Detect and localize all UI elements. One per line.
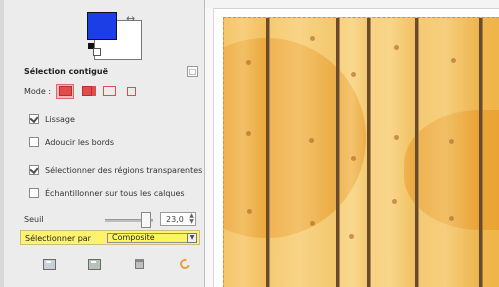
antialiasing-label: Lissage bbox=[45, 114, 75, 124]
wood-knot bbox=[246, 131, 251, 136]
foreground-color-swatch[interactable] bbox=[87, 12, 117, 40]
save-tool-preset-button[interactable] bbox=[42, 258, 56, 270]
wood-plank bbox=[370, 18, 415, 287]
intersect-selection-icon bbox=[126, 86, 136, 96]
wood-plank bbox=[418, 18, 479, 287]
antialiasing-option[interactable]: Lissage bbox=[29, 112, 75, 126]
selection-mode-row: Mode : bbox=[24, 83, 144, 99]
wood-knot bbox=[351, 72, 356, 77]
wood-plank bbox=[269, 18, 336, 287]
replace-selection-icon bbox=[58, 86, 72, 96]
reset-icon bbox=[178, 257, 192, 271]
sample-merged-checkbox[interactable] bbox=[29, 188, 39, 198]
select-transparent-areas-label: Sélectionner des régions transparentes bbox=[45, 165, 203, 175]
dropdown-arrow-icon[interactable]: ▼ bbox=[187, 233, 197, 243]
threshold-label: Seuil bbox=[24, 215, 44, 224]
top-ruler bbox=[205, 0, 499, 9]
delete-tool-preset-button[interactable] bbox=[132, 258, 146, 270]
wood-plank bbox=[339, 18, 367, 287]
selection-mode-label: Mode : bbox=[24, 86, 52, 96]
select-transparent-areas-option[interactable]: Sélectionner des régions transparentes bbox=[29, 163, 202, 177]
wood-knot bbox=[246, 60, 251, 65]
select-transparent-areas-checkbox[interactable] bbox=[29, 165, 39, 175]
swap-colors-icon[interactable]: ↔ bbox=[126, 12, 140, 26]
color-selector[interactable]: ↔ bbox=[64, 8, 146, 60]
wood-knot bbox=[392, 199, 397, 204]
threshold-slider-handle[interactable] bbox=[141, 212, 151, 228]
feather-edges-checkbox[interactable] bbox=[29, 137, 39, 147]
wood-knot bbox=[394, 45, 399, 50]
reset-tool-options-button[interactable] bbox=[178, 257, 192, 271]
wood-knot bbox=[309, 138, 314, 143]
wood-knot bbox=[351, 156, 356, 161]
replace-selection-mode-button[interactable] bbox=[56, 83, 75, 99]
sample-merged-option[interactable]: Échantillonner sur tous les calques bbox=[29, 186, 185, 200]
threshold-value-field[interactable]: 23,0 ▲ ▼ bbox=[160, 212, 196, 226]
restore-tool-options-icon[interactable]: □ bbox=[187, 66, 198, 77]
restore-tool-preset-button[interactable] bbox=[87, 258, 101, 270]
save-icon bbox=[42, 258, 56, 270]
tool-section-title: Sélection contiguë bbox=[24, 67, 108, 76]
select-by-row: Sélectionner par Composite ▼ bbox=[20, 230, 200, 245]
wood-plank bbox=[224, 18, 266, 287]
add-selection-icon bbox=[82, 86, 93, 96]
intersect-selection-mode-button[interactable] bbox=[122, 84, 140, 99]
restore-icon bbox=[87, 258, 101, 270]
select-by-label: Sélectionner par bbox=[25, 234, 91, 243]
wood-knot bbox=[310, 36, 315, 41]
wood-texture-image[interactable] bbox=[223, 17, 499, 287]
wood-knot bbox=[247, 209, 252, 214]
subtract-selection-mode-button[interactable] bbox=[100, 84, 118, 99]
side-ruler bbox=[205, 8, 214, 287]
default-white-color-icon[interactable] bbox=[93, 48, 101, 56]
wood-knot bbox=[394, 135, 399, 140]
tool-options-panel: ↔ Sélection contiguë □ Mode : Lissage Ad… bbox=[4, 0, 205, 287]
wood-knot bbox=[449, 216, 454, 221]
wood-knot bbox=[349, 234, 354, 239]
plank-seam bbox=[479, 18, 482, 287]
wood-knot bbox=[449, 139, 454, 144]
threshold-spinner-arrows-icon[interactable]: ▲ ▼ bbox=[188, 213, 195, 225]
threshold-value: 23,0 bbox=[166, 215, 184, 224]
select-by-dropdown[interactable]: Composite bbox=[107, 233, 191, 243]
wood-knot bbox=[451, 58, 456, 63]
sample-merged-label: Échantillonner sur tous les calques bbox=[45, 188, 185, 198]
feather-edges-label: Adoucir les bords bbox=[45, 137, 115, 147]
gimp-tool-options-screen: ↔ Sélection contiguë □ Mode : Lissage Ad… bbox=[0, 0, 499, 287]
image-canvas-area[interactable] bbox=[205, 0, 499, 287]
wood-knot bbox=[310, 221, 315, 226]
trash-icon bbox=[134, 259, 144, 269]
feather-edges-option[interactable]: Adoucir les bords bbox=[29, 135, 114, 149]
antialiasing-checkbox[interactable] bbox=[29, 114, 39, 124]
add-selection-mode-button[interactable] bbox=[78, 84, 96, 99]
subtract-selection-icon bbox=[102, 86, 116, 96]
